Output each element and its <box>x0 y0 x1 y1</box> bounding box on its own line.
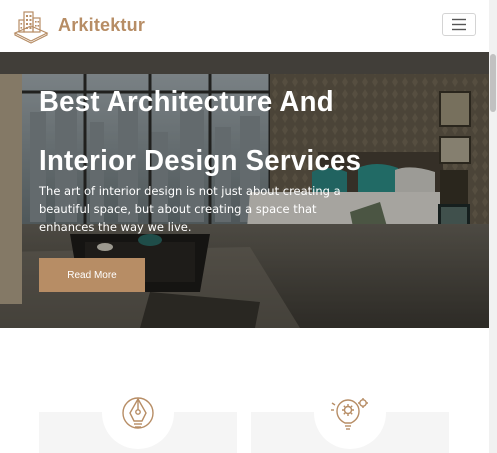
read-more-button[interactable]: Read More <box>39 258 145 292</box>
building-logo-icon <box>13 11 49 44</box>
hero-carousel: Best Architecture And Interior Design Se… <box>0 52 489 328</box>
service-icon-circle <box>102 377 174 449</box>
hero-title: Best Architecture And Interior Design Se… <box>39 87 400 176</box>
navbar: Arkitektur <box>0 0 489 52</box>
scrollbar-thumb[interactable] <box>490 54 496 112</box>
gear-lightbulb-icon <box>331 398 368 430</box>
brand-link[interactable]: Arkitektur <box>12 6 145 44</box>
hero-title-line-1: Best Architecture And <box>39 86 334 118</box>
hamburger-menu-icon <box>452 18 466 31</box>
menu-toggle-button[interactable] <box>442 13 476 36</box>
service-icon-circle <box>314 377 386 449</box>
page-scrollbar[interactable] <box>489 0 497 453</box>
brand-name: Arkitektur <box>58 14 146 35</box>
hero-description: The art of interior design is not just a… <box>39 184 341 234</box>
hero-title-line-2: Interior Design Services <box>39 145 362 177</box>
pen-tool-icon <box>122 397 154 429</box>
